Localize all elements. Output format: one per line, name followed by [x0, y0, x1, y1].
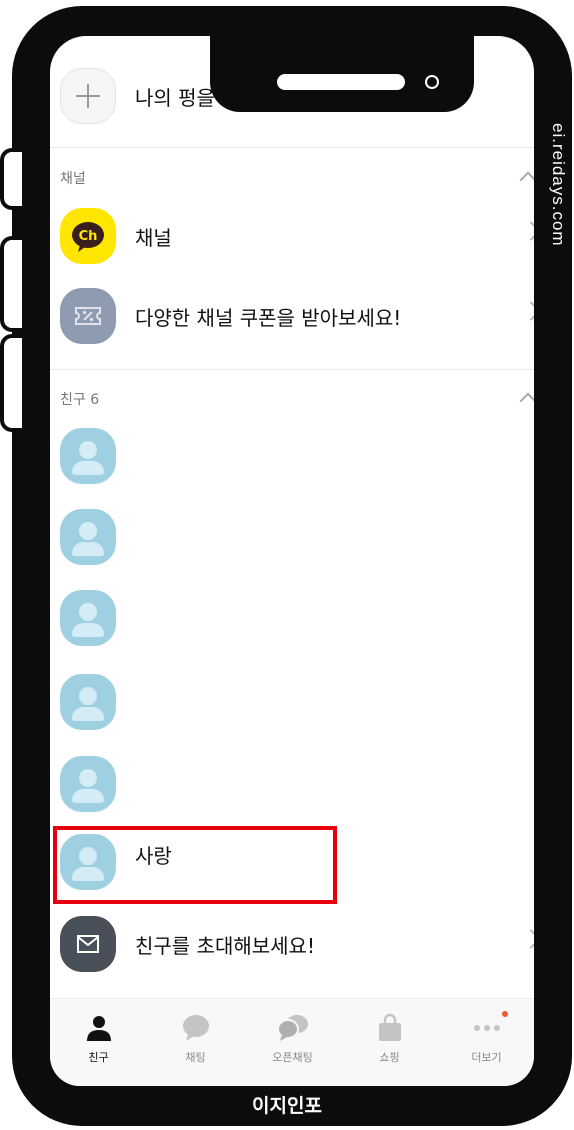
- new-badge: [502, 1011, 508, 1017]
- highlight-box: [53, 826, 337, 904]
- kakao-channel-icon: Ch: [72, 222, 104, 252]
- watermark: ei.reidays.com: [549, 123, 568, 247]
- coupon-label: 다양한 채널 쿠폰을 받아보세요!: [135, 306, 402, 330]
- invite-label: 친구를 초대해보세요!: [135, 934, 315, 958]
- friend-avatar: [60, 590, 116, 646]
- tab-label: 쇼핑: [379, 1051, 400, 1064]
- friend-avatar: [60, 674, 116, 730]
- tab-more[interactable]: 더보기: [438, 999, 534, 1086]
- friend-item[interactable]: [50, 501, 534, 573]
- chevron-right-icon: [521, 221, 534, 241]
- tab-shopping[interactable]: 쇼핑: [341, 999, 438, 1086]
- divider: [50, 369, 534, 370]
- tab-label: 친구: [88, 1051, 109, 1064]
- collapse-arrow-icon[interactable]: [519, 171, 534, 189]
- invite-friends-item[interactable]: 친구를 초대해보세요!: [50, 908, 534, 980]
- friend-avatar: [60, 509, 116, 565]
- mail-icon: [77, 935, 99, 953]
- tab-label: 오픈채팅: [272, 1051, 313, 1064]
- friend-item[interactable]: [50, 582, 534, 654]
- coupon-icon: [75, 307, 101, 325]
- channel-coupon-item[interactable]: 다양한 채널 쿠폰을 받아보세요!: [50, 280, 534, 352]
- footer-brand: 이지인포: [252, 1095, 322, 1117]
- side-button-volume-up: [0, 236, 22, 332]
- tab-label: 채팅: [185, 1051, 206, 1064]
- friend-avatar: [60, 756, 116, 812]
- shopping-bag-icon: [379, 1013, 401, 1041]
- more-dots-icon: [474, 1025, 500, 1031]
- friend-item[interactable]: [50, 420, 534, 492]
- notch: [210, 36, 474, 112]
- coupon-avatar: [60, 288, 116, 344]
- chat-bubble-icon: [183, 1015, 209, 1041]
- speaker-grille: [277, 74, 405, 90]
- person-icon: [87, 1016, 111, 1041]
- channel-avatar: Ch: [60, 208, 116, 264]
- tab-open-chat[interactable]: 오픈채팅: [244, 999, 341, 1086]
- tab-friends[interactable]: 친구: [50, 999, 147, 1086]
- chevron-right-icon: [521, 929, 534, 949]
- channel-label: 채널: [135, 226, 172, 250]
- chevron-right-icon: [521, 301, 534, 321]
- collapse-arrow-icon[interactable]: [519, 392, 534, 410]
- bottom-tab-bar: 친구 채팅 오픈채팅 쇼핑 더보기: [50, 998, 534, 1086]
- tab-label: 더보기: [471, 1051, 502, 1064]
- add-profile-button[interactable]: [60, 68, 116, 124]
- section-title-friends: 친구 6: [60, 392, 100, 408]
- friend-item[interactable]: [50, 748, 534, 820]
- side-button-mute: [0, 148, 22, 210]
- channel-item[interactable]: Ch 채널: [50, 200, 534, 272]
- side-button-volume-down: [0, 334, 22, 432]
- svg-text:Ch: Ch: [79, 229, 98, 244]
- open-chat-icon: [277, 1015, 308, 1041]
- invite-avatar: [60, 916, 116, 972]
- divider: [50, 147, 534, 148]
- section-title-channel: 채널: [60, 171, 86, 187]
- friend-item[interactable]: [50, 666, 534, 738]
- plus-icon: [76, 84, 100, 108]
- friend-avatar: [60, 428, 116, 484]
- tab-chats[interactable]: 채팅: [147, 999, 244, 1086]
- front-camera: [425, 75, 439, 89]
- phone-screen: 나의 펑을 만들어보세요! 채널 Ch 채널 다양한 채널 쿠폰을 받아보세요!: [50, 36, 534, 1086]
